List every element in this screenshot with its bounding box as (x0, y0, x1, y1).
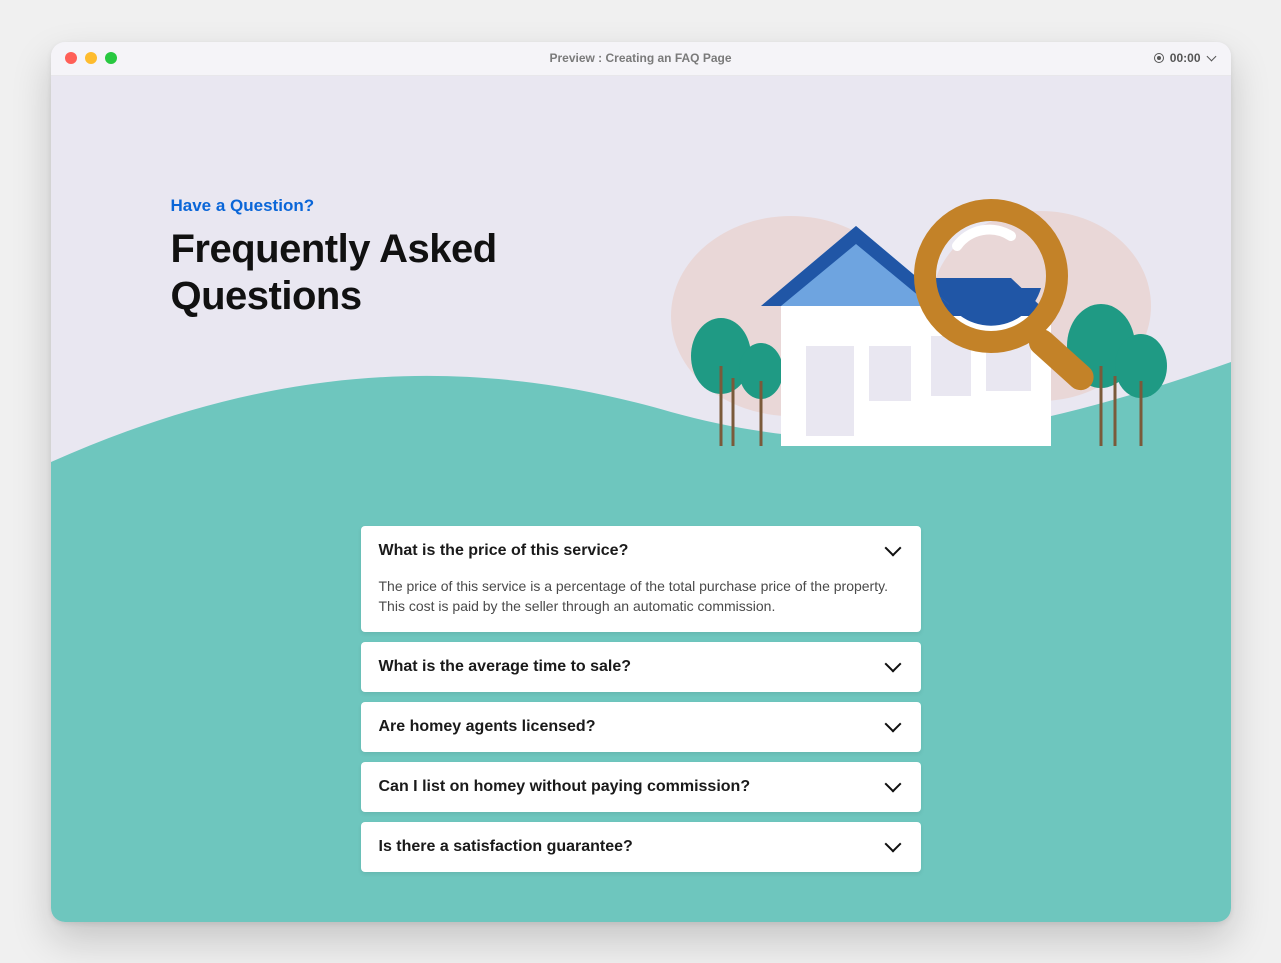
hero-kicker: Have a Question? (171, 196, 591, 216)
chevron-down-icon (885, 838, 903, 856)
tree-icon (1067, 304, 1167, 398)
faq-question: Is there a satisfaction guarantee? (379, 838, 633, 856)
faq-item[interactable]: What is the price of this service? The p… (361, 526, 921, 633)
traffic-lights (51, 52, 117, 64)
faq-question: Are homey agents licensed? (379, 718, 596, 736)
faq-answer: The price of this service is a percentag… (379, 576, 903, 617)
faq-item[interactable]: What is the average time to sale? (361, 642, 921, 692)
maximize-window-button[interactable] (105, 52, 117, 64)
tree-icon (691, 318, 783, 399)
chevron-down-icon (1207, 53, 1217, 63)
faq-item[interactable]: Is there a satisfaction guarantee? (361, 822, 921, 872)
faq-question: What is the price of this service? (379, 542, 629, 560)
minimize-window-button[interactable] (85, 52, 97, 64)
record-icon (1154, 53, 1164, 63)
hero: Have a Question? Frequently Asked Questi… (171, 196, 591, 320)
faq-item[interactable]: Are homey agents licensed? (361, 702, 921, 752)
chevron-down-icon (885, 542, 903, 560)
chevron-down-icon (885, 658, 903, 676)
faq-item[interactable]: Can I list on homey without paying commi… (361, 762, 921, 812)
faq-question: Can I list on homey without paying commi… (379, 778, 751, 796)
window-title: Preview : Creating an FAQ Page (51, 51, 1231, 65)
faq-list: What is the price of this service? The p… (361, 526, 921, 873)
content-area: Have a Question? Frequently Asked Questi… (51, 76, 1231, 922)
app-window: Preview : Creating an FAQ Page 00:00 Hav… (51, 42, 1231, 922)
house-icon (761, 226, 1051, 446)
chevron-down-icon (885, 778, 903, 796)
faq-question: What is the average time to sale? (379, 658, 632, 676)
faq-illustration (611, 146, 1171, 466)
chevron-down-icon (885, 718, 903, 736)
titlebar: Preview : Creating an FAQ Page 00:00 (51, 42, 1231, 76)
page-title: Frequently Asked Questions (171, 226, 591, 320)
recording-timer[interactable]: 00:00 (1154, 51, 1217, 65)
magnifying-glass-icon (925, 210, 1099, 396)
close-window-button[interactable] (65, 52, 77, 64)
timer-text: 00:00 (1170, 51, 1201, 65)
